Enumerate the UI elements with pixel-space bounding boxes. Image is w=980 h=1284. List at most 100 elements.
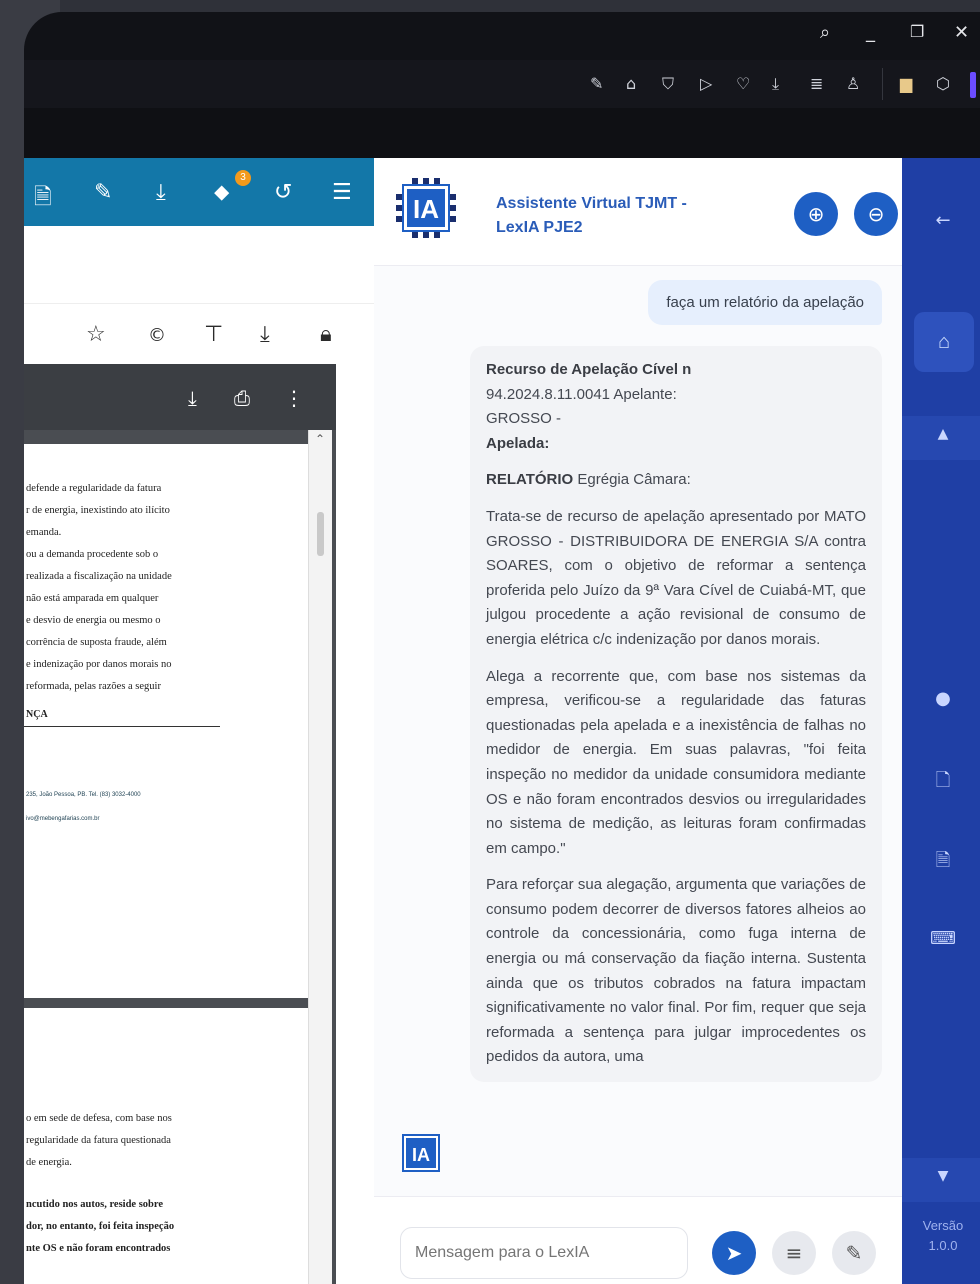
edit-icon[interactable]: ✎ <box>590 74 603 93</box>
pdf-viewer: ⤓ ⎙ ⋮ defende a regularidade da fatura r… <box>24 364 336 1284</box>
message-paragraph: Trata-se de recurso de apelação apresent… <box>486 507 866 648</box>
version-info: Versão 1.0.0 <box>902 1216 980 1256</box>
message-input[interactable] <box>400 1227 688 1279</box>
document-actions: ☆ © ⊤ ⤓ 🔒︎ <box>24 304 374 364</box>
scroll-thumb[interactable] <box>317 512 324 556</box>
document-info-area <box>24 226 374 304</box>
page-line: corrência de suposta fraude, além <box>26 637 167 648</box>
page-footer-email: ivo@mebengafarias.com.br <box>26 816 100 822</box>
report-salutation: Egrégia Câmara: <box>577 471 691 489</box>
caret-down-icon[interactable]: ▼ <box>902 1168 980 1184</box>
caret-up-icon[interactable]: ▲ <box>902 426 980 442</box>
home-button[interactable]: ⌂ <box>914 312 974 372</box>
download-icon[interactable]: ⤓ <box>188 386 197 410</box>
right-sidebar: ← ⌂ ▲ ● 🗋 🗎 ⌨ ▼ Versão 1.0.0 <box>902 158 980 1284</box>
edit-icon[interactable]: ✎ <box>94 180 112 205</box>
page-line: emanda. <box>26 527 62 538</box>
filled-document-icon[interactable]: 🗎 <box>902 848 980 878</box>
document-icon[interactable]: 🗋 <box>902 768 980 798</box>
page-line: r de energia, inexistindo ato ilícito <box>26 505 170 516</box>
lock-icon[interactable]: 🔒︎ <box>320 322 332 347</box>
laptop-icon[interactable]: ⌨ <box>902 928 980 949</box>
book-icon[interactable]: ▆ <box>900 74 912 93</box>
history-icon[interactable]: ↺ <box>274 180 292 205</box>
back-arrow-icon[interactable]: ← <box>902 210 980 231</box>
logo-chip: IA <box>402 184 450 232</box>
print-icon[interactable]: ⎙ <box>234 386 250 410</box>
message-composer: ➤ ≡ ✎ <box>374 1196 902 1284</box>
more-options-icon[interactable]: ⋮ <box>284 386 304 410</box>
play-icon[interactable]: ▷ <box>700 74 712 93</box>
screen: ⌕ _ ❐ ✕ ✎ ⌂ ⛉ ▷ ♡ ⤓ ≣ ♙ ▆ ⬡ 🗎 ✎ ⤓ ⬥ 3 ↺ … <box>0 0 980 1284</box>
section-heading: NÇA <box>24 704 220 727</box>
appellee-label: Apelada: <box>486 434 550 452</box>
assistant-header: IA Assistente Virtual TJMT - LexIA PJE2 … <box>374 158 902 266</box>
menu-icon[interactable]: ☰ <box>332 180 352 205</box>
shield-icon[interactable]: ⛉ <box>662 74 674 94</box>
list-icon[interactable]: ≣ <box>810 74 823 93</box>
restore-icon[interactable]: ❐ <box>910 22 924 41</box>
page-line: ncutido nos autos, reside sobre <box>26 1199 164 1210</box>
page-line: nte OS e não foram encontrados <box>26 1243 171 1254</box>
download-icon[interactable]: ⤓ <box>260 322 270 347</box>
file-icon[interactable]: 🗎 <box>34 180 52 218</box>
appeal-heading: Recurso de Apelação Cível n <box>486 361 692 378</box>
browser-toolbar: ✎ ⌂ ⛉ ▷ ♡ ⤓ ≣ ♙ ▆ ⬡ <box>24 60 980 108</box>
pdf-scrollbar[interactable]: ⌃ ⌄ <box>308 430 332 1284</box>
report-label: RELATÓRIO <box>486 471 574 489</box>
scroll-down-icon[interactable]: ⌄ <box>315 1276 325 1284</box>
version-value: 1.0.0 <box>928 1238 958 1253</box>
page-line: e indenização por danos morais no <box>26 659 172 670</box>
options-button[interactable]: ≡ <box>772 1231 816 1275</box>
send-button[interactable]: ➤ <box>712 1231 756 1275</box>
appellant: GROSSO - <box>486 410 562 428</box>
lexia-logo: IA <box>396 178 456 238</box>
page-line: ou a demanda procedente sob o <box>26 549 159 560</box>
document-header-bar: 🗎 ✎ ⤓ ⬥ 3 ↺ ☰ <box>24 158 374 226</box>
app-window: ⌕ _ ❐ ✕ ✎ ⌂ ⛉ ▷ ♡ ⤓ ≣ ♙ ▆ ⬡ 🗎 ✎ ⤓ ⬥ 3 ↺ … <box>24 12 980 1284</box>
download-icon[interactable]: ⤓ <box>156 180 166 205</box>
tag-count-badge: 3 <box>235 170 251 186</box>
page-line: e desvio de energia ou mesmo o <box>26 615 161 626</box>
circle-icon[interactable]: ● <box>902 688 980 709</box>
page-line: não está amparada em qualquer <box>26 593 159 604</box>
assistant-title: Assistente Virtual TJMT - LexIA PJE2 <box>496 192 687 240</box>
page-line: regularidade da fatura questionada <box>26 1135 171 1146</box>
search-icon[interactable]: ⌕ <box>820 22 830 43</box>
pin-icon[interactable]: ⊤ <box>204 322 223 347</box>
message-paragraph: Alega a recorrente que, com base nos sis… <box>486 667 866 857</box>
pdf-page-2: o em sede de defesa, com base nos regula… <box>24 1008 308 1284</box>
close-icon[interactable]: ✕ <box>954 22 969 43</box>
pdf-page-1: defende a regularidade da fatura r de en… <box>24 444 308 998</box>
heart-icon[interactable]: ♡ <box>736 74 750 93</box>
assistant-title-line2: LexIA PJE2 <box>496 219 583 236</box>
page-footer-address: 235, João Pessoa, PB. Tel. (83) 3032-400… <box>26 792 141 798</box>
zoom-out-button[interactable]: ⊖ <box>854 192 898 236</box>
cube-icon[interactable]: ⬡ <box>936 74 950 93</box>
assistant-message: Recurso de Apelação Cível n 94.2024.8.11… <box>470 346 882 1083</box>
assistant-panel: IA Assistente Virtual TJMT - LexIA PJE2 … <box>374 158 902 1284</box>
toolbar-divider <box>882 68 883 100</box>
tab-strip <box>24 108 980 158</box>
download-icon[interactable]: ⤓ <box>772 74 779 94</box>
attach-button[interactable]: ✎ <box>832 1231 876 1275</box>
copyright-icon[interactable]: © <box>148 325 166 346</box>
minimize-icon[interactable]: _ <box>866 22 875 43</box>
document-pane: 🗎 ✎ ⤓ ⬥ 3 ↺ ☰ ☆ © ⊤ ⤓ 🔒︎ ⤓ ⎙ ⋮ defende a… <box>24 158 374 1284</box>
assistant-avatar: IA <box>396 1128 446 1178</box>
version-label: Versão <box>922 1218 964 1233</box>
page-line: o em sede de defesa, com base nos <box>26 1113 172 1124</box>
tag-icon[interactable]: ⬥ <box>214 180 229 205</box>
message-list: faça um relatório da apelação Recurso de… <box>374 266 902 1196</box>
home-icon[interactable]: ⌂ <box>626 74 636 93</box>
scroll-up-icon[interactable]: ⌃ <box>315 432 325 446</box>
star-icon[interactable]: ☆ <box>86 322 106 347</box>
zoom-in-button[interactable]: ⊕ <box>794 192 838 236</box>
appeal-number: 94.2024.8.11.0041 Apelante: <box>486 385 677 403</box>
user-message: faça um relatório da apelação <box>648 280 882 325</box>
page-line: de energia. <box>26 1157 72 1168</box>
message-paragraph: Para reforçar sua alegação, argumenta qu… <box>486 876 866 1066</box>
user-icon[interactable]: ♙ <box>846 74 860 93</box>
title-bar: ⌕ _ ❐ ✕ <box>24 12 980 60</box>
page-line: defende a regularidade da fatura <box>26 483 162 494</box>
